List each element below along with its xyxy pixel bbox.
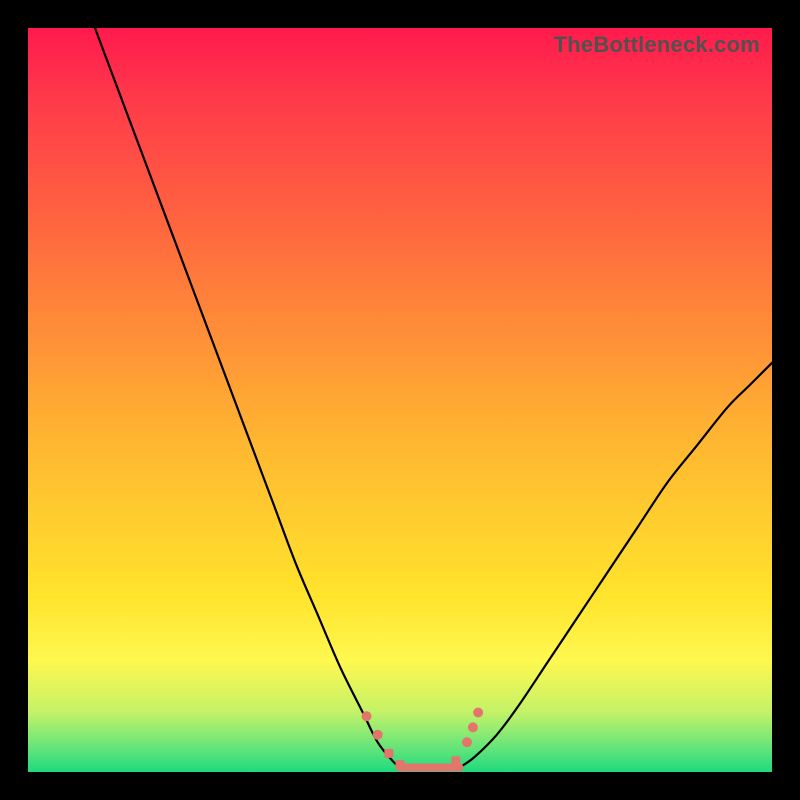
marker-1 [373,730,383,740]
marker-2 [384,749,393,758]
marker-4 [451,756,460,765]
chart-svg [28,28,772,772]
curve-left-branch [95,28,400,768]
marker-3 [396,760,405,769]
curve-right-branch [460,363,772,768]
marker-0 [362,711,372,721]
marker-5 [462,737,472,747]
marker-group [362,707,484,769]
marker-6 [468,722,478,732]
marker-7 [473,707,483,717]
